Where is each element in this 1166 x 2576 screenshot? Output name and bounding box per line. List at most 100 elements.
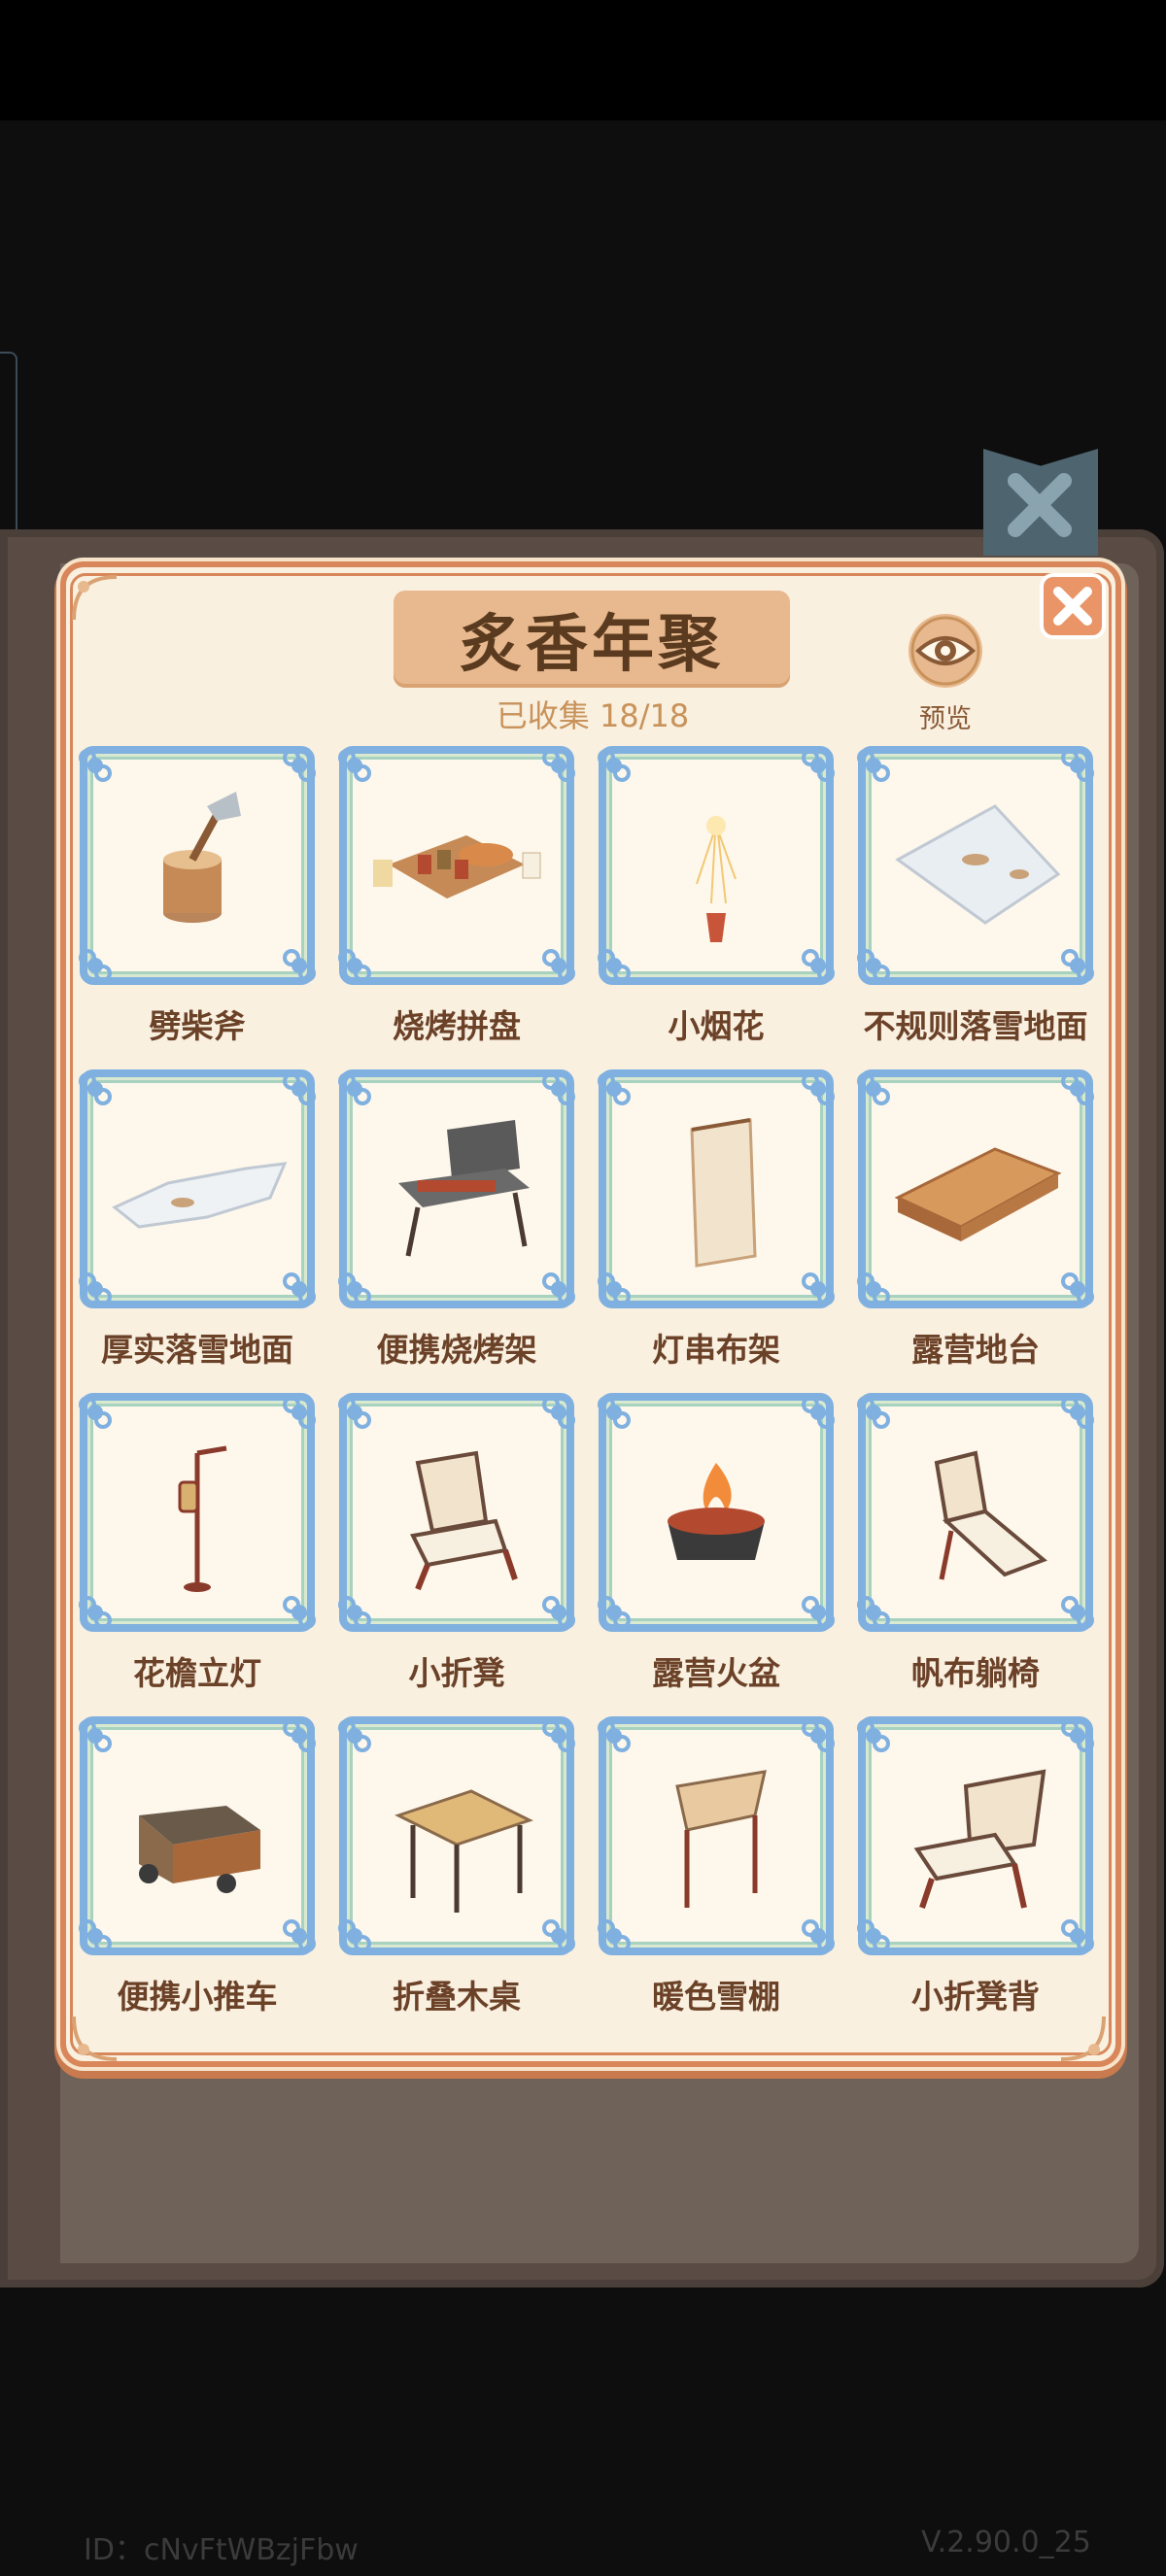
frame-knot-icon [338, 949, 371, 982]
frame-knot-icon [283, 1272, 316, 1305]
frame-knot-icon [542, 1919, 575, 1952]
frame-knot-icon [802, 749, 835, 782]
frame-knot-icon [598, 949, 631, 982]
frame-knot-icon [79, 749, 112, 782]
collection-item[interactable]: 折叠木桌 [335, 1716, 578, 2027]
folding-wood-table-icon [394, 1789, 533, 1913]
collection-item[interactable]: 便携小推车 [76, 1716, 319, 2027]
collected-count: 已收集 18/18 [496, 697, 690, 734]
item-label: 折叠木桌 [393, 1978, 521, 2016]
collection-item[interactable]: 露营火盆 [595, 1393, 838, 1704]
frame-knot-icon [79, 1719, 112, 1752]
collection-item[interactable]: 劈柴斧 [76, 746, 319, 1057]
warm-snow-canopy-icon [675, 1770, 767, 1908]
frame-knot-icon [1061, 749, 1094, 782]
frame-knot-icon [598, 1919, 631, 1952]
user-id: ID：cNvFtWBzjFbw [84, 2533, 359, 2567]
frame-knot-icon [1061, 1919, 1094, 1952]
standing-lamp-icon [178, 1445, 227, 1592]
frame-knot-icon [542, 749, 575, 782]
close-icon [1053, 587, 1092, 626]
axe-on-log-icon [163, 792, 241, 923]
frame-knot-icon [79, 1396, 112, 1429]
item-label: 小折凳背 [911, 1978, 1040, 2016]
item-label: 劈柴斧 [149, 1007, 246, 1045]
item-label: 小折凳 [408, 1654, 505, 1692]
collection-item[interactable]: 小烟花 [595, 746, 838, 1057]
frame-knot-icon [283, 949, 316, 982]
title-plate: 炙香年聚 [394, 591, 790, 688]
frame-knot-icon [1061, 1072, 1094, 1105]
frame-knot-icon [338, 1272, 371, 1305]
frame-knot-icon [542, 949, 575, 982]
frame-knot-icon [802, 1919, 835, 1952]
preview-button[interactable]: 预览 [899, 612, 992, 738]
folding-stool-icon [410, 1450, 518, 1591]
collection-item[interactable]: 烧烤拼盘 [335, 746, 578, 1057]
frame-knot-icon [338, 1072, 371, 1105]
item-label: 不规则落雪地面 [863, 1007, 1088, 1045]
portable-grill-icon [398, 1120, 530, 1257]
frame-knot-icon [802, 949, 835, 982]
frame-knot-icon [598, 749, 631, 782]
item-label: 帆布躺椅 [911, 1654, 1040, 1692]
collection-item[interactable]: 不规则落雪地面 [854, 746, 1097, 1057]
item-label: 小烟花 [668, 1007, 765, 1045]
item-label: 便携小推车 [117, 1978, 278, 2016]
thick-snow-ground-icon [112, 1162, 288, 1229]
collection-item[interactable]: 灯串布架 [595, 1069, 838, 1380]
frame-knot-icon [857, 1272, 890, 1305]
collection-item[interactable]: 小折凳背 [854, 1716, 1097, 2027]
frame-knot-icon [802, 1072, 835, 1105]
frame-knot-icon [598, 1596, 631, 1629]
frame-knot-icon [79, 1596, 112, 1629]
collection-item[interactable]: 便携烧烤架 [335, 1069, 578, 1380]
frame-knot-icon [338, 1596, 371, 1629]
snow-ground-icon [895, 804, 1061, 925]
frame-knot-icon [283, 1596, 316, 1629]
frame-knot-icon [1061, 1596, 1094, 1629]
item-label: 花檐立灯 [133, 1654, 261, 1692]
light-string-curtain-icon [690, 1118, 757, 1268]
frame-knot-icon [598, 1396, 631, 1429]
frame-knot-icon [857, 1719, 890, 1752]
frame-knot-icon [79, 1272, 112, 1305]
frame-knot-icon [802, 1272, 835, 1305]
preview-label: 预览 [919, 704, 972, 734]
camp-wagon-icon [139, 1806, 260, 1893]
frame-knot-icon [857, 949, 890, 982]
eye-icon [909, 614, 982, 688]
collection-item[interactable]: 厚实落雪地面 [76, 1069, 319, 1380]
collection-item[interactable]: 花檐立灯 [76, 1393, 319, 1704]
frame-knot-icon [542, 1719, 575, 1752]
frame-knot-icon [283, 1719, 316, 1752]
frame-knot-icon [283, 1396, 316, 1429]
panel-title: 炙香年聚 [460, 609, 724, 681]
item-label: 暖色雪棚 [652, 1978, 780, 2016]
frame-knot-icon [338, 1396, 371, 1429]
collection-item[interactable]: 帆布躺椅 [854, 1393, 1097, 1704]
background-close-icon [1008, 473, 1072, 537]
frame-knot-icon [1061, 1396, 1094, 1429]
close-button[interactable] [1040, 573, 1106, 639]
frame-knot-icon [542, 1396, 575, 1429]
frame-knot-icon [338, 1719, 371, 1752]
item-label: 烧烤拼盘 [393, 1007, 521, 1045]
corner-ornament-icon [72, 575, 118, 621]
fire-pit-icon [668, 1463, 765, 1560]
frame-knot-icon [857, 1596, 890, 1629]
frame-knot-icon [1061, 1719, 1094, 1752]
collection-item[interactable]: 露营地台 [854, 1069, 1097, 1380]
frame-knot-icon [857, 1919, 890, 1952]
collection-item[interactable]: 小折凳 [335, 1393, 578, 1704]
frame-knot-icon [542, 1596, 575, 1629]
collection-item[interactable]: 暖色雪棚 [595, 1716, 838, 2027]
frame-knot-icon [338, 1919, 371, 1952]
frame-knot-icon [857, 1072, 890, 1105]
sparkler-icon [696, 815, 737, 942]
item-label: 厚实落雪地面 [101, 1331, 293, 1369]
camp-platform-icon [894, 1147, 1062, 1241]
item-label: 露营火盆 [652, 1654, 780, 1692]
canvas-lounge-chair-icon [934, 1450, 1047, 1580]
frame-knot-icon [283, 749, 316, 782]
